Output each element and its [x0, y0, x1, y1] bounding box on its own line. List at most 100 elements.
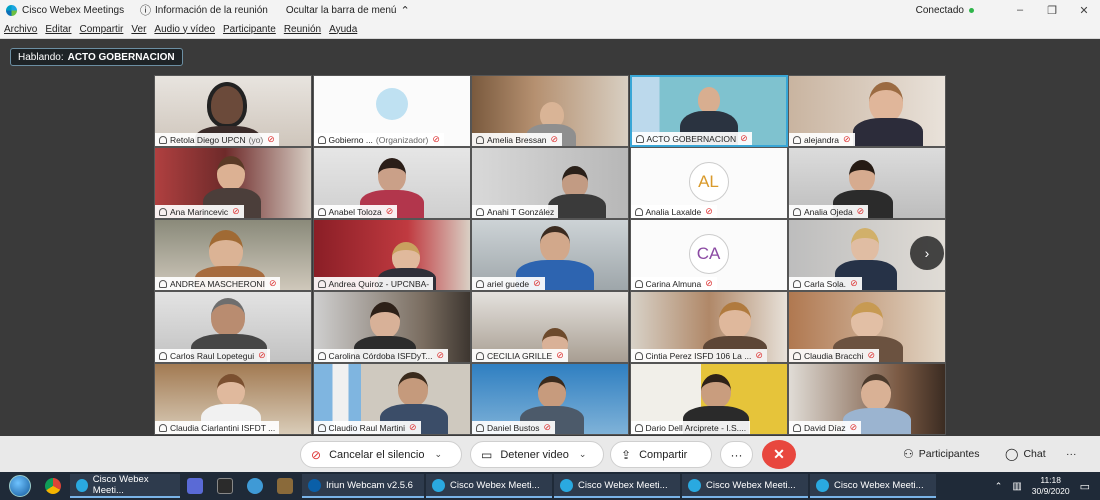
stop-video-button[interactable]: ▭ Detener video ⌄ [470, 441, 604, 468]
muted-mic-icon: ⊘ [311, 447, 322, 462]
audio-icon [159, 207, 167, 216]
taskbar-app-webex-1[interactable]: Cisco Webex Meeti... [70, 474, 180, 498]
participant-avatar: CA [688, 234, 729, 274]
participant-name-bar: Daniel Bustos ⊘ [472, 421, 555, 434]
chevron-down-icon[interactable]: ⌄ [579, 449, 587, 460]
audio-icon [634, 279, 643, 288]
audio-icon [159, 351, 167, 360]
participant-name-bar: Carina Almuna ⊘ [630, 277, 717, 290]
participant-role: (Organizador) [375, 134, 429, 145]
chrome-taskbar-icon[interactable] [40, 472, 66, 500]
muted-mic-icon: ⊘ [755, 350, 763, 360]
video-tile[interactable]: Analia Ojeda ⊘ [788, 147, 946, 219]
video-tile[interactable]: Carolina Córdoba ISFDyT... ⊘ [312, 291, 471, 363]
stop-video-label: Detener video [500, 448, 569, 461]
video-tile[interactable]: Anabel Toloza ⊘ [312, 147, 471, 219]
more-options-button[interactable]: ··· [720, 441, 753, 468]
video-tile[interactable]: CA Carina Almuna ⊘ [629, 219, 788, 291]
participant-name: CECILIA GRILLE [487, 350, 553, 361]
video-tile[interactable]: Andrea Quiroz - UPCNBA- [312, 219, 471, 291]
participants-button[interactable]: ⚇ Participantes [903, 444, 979, 464]
restore-button[interactable]: ❐ [1036, 4, 1068, 17]
muted-mic-icon: ⊘ [850, 278, 858, 288]
unmute-button[interactable]: ⊘ Cancelar el silencio ⌄ [300, 441, 462, 468]
minimize-button[interactable]: – [1004, 4, 1036, 16]
video-tile[interactable]: Retola Diego UPCN (yo) ⊘ [154, 75, 312, 147]
notification-icon[interactable]: ▭ [1080, 480, 1090, 493]
video-tile[interactable]: ANDREA MASCHERONI ⊘ [154, 219, 312, 291]
menu-editar[interactable]: Editar [45, 24, 71, 35]
share-icon: ⇪ [621, 447, 632, 462]
video-tile[interactable]: CECILIA GRILLE ⊘ [471, 291, 629, 363]
taskbar-clock[interactable]: 11:18 30/9/2020 [1032, 475, 1070, 497]
muted-mic-icon: ⊘ [556, 350, 564, 360]
chevron-down-icon[interactable]: ⌄ [434, 449, 442, 460]
chat-button[interactable]: ◯ Chat [1005, 444, 1046, 464]
video-tile[interactable]: Ana Marincevic ⊘ [154, 147, 312, 219]
audio-icon [476, 351, 484, 360]
video-tile[interactable]: David Díaz ⊘ [788, 363, 946, 435]
taskbar-app-webex-4[interactable]: Cisco Webex Meeti... [682, 474, 808, 498]
video-tile[interactable]: Claudio Raul Martini ⊘ [312, 363, 471, 435]
menu-compartir[interactable]: Compartir [79, 24, 123, 35]
taskbar-app-label: Cisco Webex Meeti... [92, 474, 149, 496]
audio-icon [317, 423, 326, 432]
audio-icon [317, 207, 326, 216]
epic-taskbar-icon[interactable] [212, 472, 238, 500]
video-tile[interactable]: Daniel Bustos ⊘ [471, 363, 629, 435]
taskbar-app-iriun[interactable]: Iriun Webcam v2.5.6 [302, 474, 424, 498]
next-page-arrow-icon[interactable]: › [910, 236, 944, 270]
video-tile[interactable]: AL Analia Laxalde ⊘ [629, 147, 788, 219]
meeting-info-button[interactable]: ⓘ Información de la reunión [140, 2, 268, 18]
participant-name-bar: Gobierno ... (Organizador) ⊘ [313, 133, 444, 146]
participant-name-bar: ACTO GOBERNACION ⊘ [631, 132, 752, 145]
tray-expand-icon[interactable]: ⌃ [995, 481, 1003, 492]
video-tile[interactable]: Anahi T González [471, 147, 629, 219]
taskbar-app-label: Cisco Webex Meeti... [450, 479, 540, 491]
video-tile[interactable]: Cintia Perez ISFD 106 La ... ⊘ [629, 291, 788, 363]
taskbar-app-webex-2[interactable]: Cisco Webex Meeti... [426, 474, 552, 498]
muted-mic-icon: ⊘ [740, 133, 748, 143]
menu-ayuda[interactable]: Ayuda [329, 24, 357, 35]
menu-ver[interactable]: Ver [131, 24, 146, 35]
video-tile[interactable]: alejandra ⊘ [788, 75, 946, 147]
taskbar-app-webex-5[interactable]: Cisco Webex Meeti... [810, 474, 936, 498]
video-tile[interactable]: Dario Dell Arciprete - I.S.... [629, 363, 788, 435]
audio-icon [476, 423, 484, 432]
taskbar-app-webex-3[interactable]: Cisco Webex Meeti... [554, 474, 680, 498]
participant-name: Claudia Ciarlantini ISFDT ... [170, 422, 276, 433]
menu-reunion[interactable]: Reunión [284, 24, 321, 35]
muted-mic-icon: ⊘ [705, 278, 713, 288]
video-tile[interactable]: Amelia Bressan ⊘ [471, 75, 629, 147]
video-tile[interactable]: Claudia Bracchi ⊘ [788, 291, 946, 363]
share-button[interactable]: ⇪ Compartir [610, 441, 712, 468]
more-right-button[interactable]: ··· [1066, 444, 1077, 464]
taskbar-app-label: Cisco Webex Meeti... [706, 479, 796, 491]
participant-name: Claudio Raul Martini [328, 422, 406, 433]
menu-audio-video[interactable]: Audio y vídeo [154, 24, 215, 35]
muted-mic-icon: ⊘ [533, 278, 541, 288]
network-icon[interactable]: ▥ [1012, 481, 1021, 492]
participant-name-bar: CECILIA GRILLE ⊘ [472, 349, 568, 362]
video-tile[interactable]: ariel guede ⊘ [471, 219, 629, 291]
video-tile[interactable]: Gobierno ... (Organizador) ⊘ [312, 75, 471, 147]
video-tile[interactable]: Claudia Ciarlantini ISFDT ... [154, 363, 312, 435]
muted-mic-icon: ⊘ [856, 206, 865, 216]
participant-name-bar: Claudia Ciarlantini ISFDT ... [155, 421, 280, 434]
start-button[interactable] [0, 472, 40, 500]
close-window-button[interactable]: ✕ [1068, 4, 1100, 17]
menu-archivo[interactable]: Archivo [4, 24, 37, 35]
audio-icon [793, 207, 801, 216]
participant-name: Cintia Perez ISFD 106 La ... [645, 350, 752, 361]
globe-taskbar-icon[interactable] [242, 472, 268, 500]
participant-name-bar: David Díaz ⊘ [789, 421, 862, 434]
misc-taskbar-icon[interactable] [272, 472, 298, 500]
hide-menu-button[interactable]: Ocultar la barra de menú ⌃ [286, 4, 414, 17]
participant-name: Amelia Bressan [487, 134, 547, 145]
end-meeting-button[interactable]: ✕ [762, 440, 796, 469]
video-tile-active-speaker[interactable]: ACTO GOBERNACION ⊘ [629, 75, 788, 147]
video-tile[interactable]: Carlos Raul Lopetegui ⊘ [154, 291, 312, 363]
menu-bar: Archivo Editar Compartir Ver Audio y víd… [0, 20, 1100, 39]
discord-taskbar-icon[interactable] [182, 472, 208, 500]
menu-participante[interactable]: Participante [223, 24, 276, 35]
